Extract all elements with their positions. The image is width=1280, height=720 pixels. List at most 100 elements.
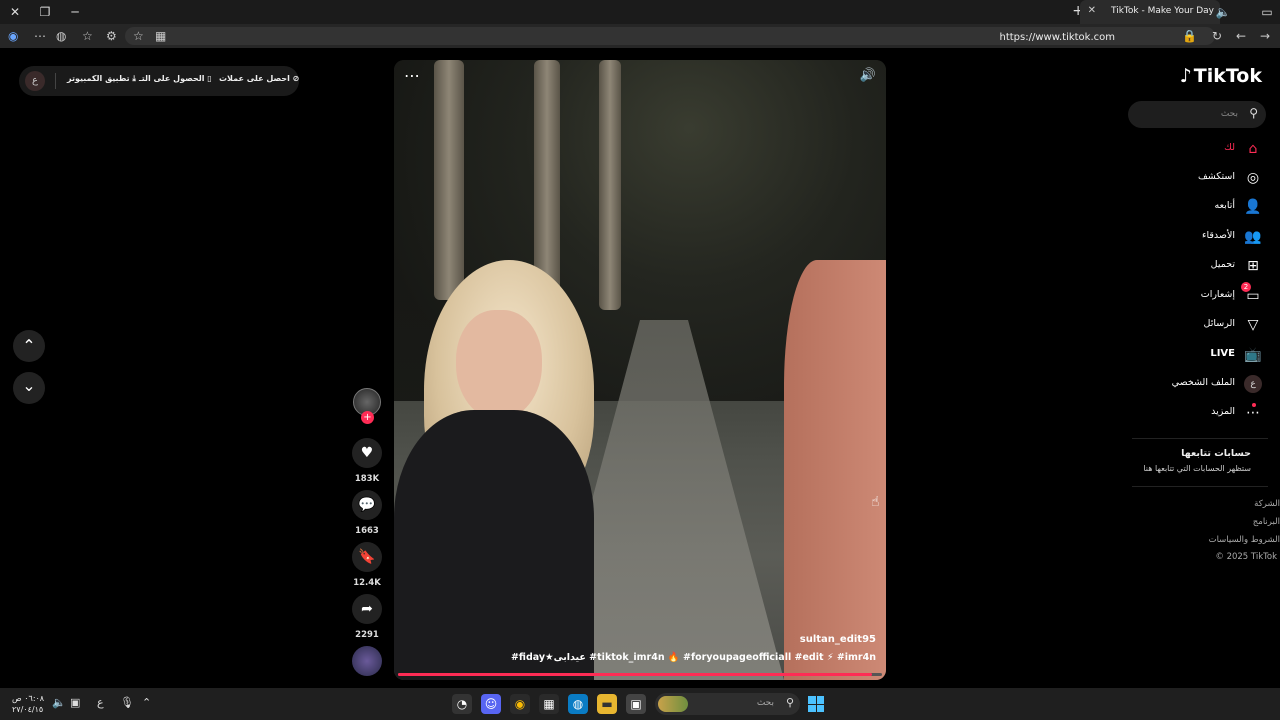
favorites-icon[interactable]: ☆ [82,29,93,43]
video-tree-trunk [434,60,464,300]
logo-text: TikTok [1193,65,1262,87]
sidebar-item-profile[interactable]: ع الملف الشخصي [1142,373,1262,395]
chrome-icon[interactable]: ◉ [510,694,530,714]
sidebar-item-upload[interactable]: ⊞ تحميل [1142,255,1262,277]
share-button[interactable]: ➦ [352,594,382,624]
discord-icon[interactable]: ☺ [481,694,501,714]
store-icon[interactable]: ▦ [539,694,559,714]
show-hidden-icons[interactable]: ⌃ [142,696,151,709]
tiktok-logo[interactable]: ♪ TikTok [1180,65,1262,87]
next-video-button[interactable]: ⌄ [13,372,45,404]
tab-title: TikTok - Make Your Day [1110,6,1214,16]
previous-video-button[interactable]: ⌃ [13,330,45,362]
taskbar-search[interactable]: بحث ⚲ [655,693,800,715]
pc-app-label: تطبيق الكمبيوتر [67,74,130,83]
share-icon: ➦ [361,601,373,617]
chevron-down-icon: ⌄ [22,376,36,395]
sidebar-item-for-you[interactable]: ⌂ لك [1142,138,1262,160]
profile-avatar: ع [1244,375,1262,393]
sidebar-item-messages[interactable]: ▽ الرسائل [1142,314,1262,336]
share-count: 2291 [355,630,379,640]
volume-icon[interactable]: 🔊 [860,68,876,83]
sidebar-item-more[interactable]: ⋯ المزيد [1142,402,1262,424]
sidebar-item-following[interactable]: 👤 أتابعه [1142,196,1262,218]
user-avatar[interactable]: ع [25,71,45,91]
search-input[interactable]: بحث ⚲ [1128,101,1266,128]
get-coins-label: احصل على عملات [219,74,290,83]
restore-window-icon[interactable]: ❐ [36,3,54,21]
download-icon: ⤓ [132,74,136,83]
close-window-icon[interactable]: ✕ [6,3,24,21]
sidebar-item-friends[interactable]: 👥 الأصدقاء [1142,226,1262,248]
sidebar-item-explore[interactable]: ◎ استكشف [1142,167,1262,189]
taskbar-search-placeholder: بحث [756,698,774,708]
sidebar-item-notifications[interactable]: ▭ 2 إشعارات [1142,282,1262,307]
bookmark-icon: 🔖 [358,549,376,565]
split-screen-icon[interactable]: ▦ [155,29,166,43]
comment-count: 1663 [355,526,379,536]
tab-audio-icon[interactable]: 🔈 [1214,3,1232,21]
comment-icon: 💬 [358,497,376,513]
address-bar-row: ◉ ⋯ ◍ ☆ ⚙ ☆ ▦ https://www.tiktok.com 🔒 ↻… [0,24,1280,48]
file-explorer-icon[interactable]: ▬ [597,694,617,714]
add-favorite-icon[interactable]: ☆ [133,29,144,43]
video-person-face [456,310,542,420]
video-person-right [784,260,886,680]
save-button[interactable]: 🔖 [352,542,382,572]
video-more-icon[interactable]: ⋯ [404,66,420,85]
microphone-icon[interactable]: 🎙 [120,696,134,709]
input-language[interactable]: ع [97,696,104,709]
video-username[interactable]: sultan_edit95 [800,634,876,645]
sidebar-item-label: الملف الشخصي [1171,377,1235,388]
music-disc-icon[interactable] [352,646,382,676]
taskbar-app-1[interactable]: ◔ [452,694,472,714]
search-icon[interactable]: ⚲ [1249,106,1258,120]
video-progress-bar[interactable] [398,673,882,676]
speaker-icon[interactable]: 🔈 [52,696,66,709]
sidebar-item-label: الأصدقاء [1201,230,1235,241]
taskbar-clock[interactable]: ٠٦:٠٨ ص ٢٧/٠٤/١٥ [12,693,44,715]
profile-icon[interactable]: ◍ [56,29,66,43]
pc-app-button[interactable]: تطبيق الكمبيوتر ⤓ [67,74,136,84]
follow-plus-icon[interactable]: + [361,411,374,424]
sidebar-item-label: تحميل [1210,259,1235,270]
get-coins-button[interactable]: احصل على عملات ⊘ [219,74,299,83]
sidebar-toggle-icon[interactable]: ▭ [1258,3,1276,21]
footer-program-link[interactable]: البرنامج [1253,517,1280,527]
forward-icon[interactable]: → [1260,29,1270,43]
back-icon[interactable]: ← [1236,29,1246,43]
url-field[interactable]: ☆ ▦ https://www.tiktok.com 🔒 [125,27,1215,45]
tiktok-note-icon: ♪ [1179,65,1192,87]
windows-start-icon[interactable] [808,696,824,712]
extensions-icon[interactable]: ⚙ [106,29,117,43]
windows-taskbar: ٠٦:٠٨ ص ٢٧/٠٤/١٥ 🔈 ▣ ع 🎙 ⌃ ◔ ☺ ◉ ▦ ◍ ▬ ▣… [0,688,1280,720]
video-hashtags[interactable]: #fiday★عيدابى #tiktok_imr4n 🔥 #foryoupag… [511,652,876,663]
sidebar-item-label: أتابعه [1214,200,1236,211]
more-options-icon[interactable]: ⋯ [34,29,46,43]
video-player[interactable]: ⋯ 🔊 sultan_edit95 #fiday★عيدابى #tiktok_… [394,60,886,680]
friends-icon: 👥 [1244,229,1262,245]
clock-date: ٢٧/٠٤/١٥ [12,705,44,714]
edge-icon[interactable]: ◍ [568,694,588,714]
copilot-icon[interactable]: ◉ [8,29,18,43]
lock-icon[interactable]: 🔒 [1182,29,1197,43]
more-dot-icon [1252,403,1256,407]
get-app-button[interactable]: الحصول على التـ ▯ [139,74,212,83]
task-view-icon[interactable]: ▣ [626,694,646,714]
browser-tab[interactable]: ✕ TikTok - Make Your Day [1080,0,1220,24]
upload-icon: ⊞ [1247,258,1259,274]
refresh-icon[interactable]: ↻ [1212,29,1222,43]
top-actions-pill: ع تطبيق الكمبيوتر ⤓ الحصول على التـ ▯ اح… [19,66,299,96]
like-button[interactable]: ♥ [352,438,382,468]
footer-company-link[interactable]: الشركة [1254,499,1280,509]
browser-title-bar: ✕ ❐ ─ + ✕ TikTok - Make Your Day 🔈 ▭ [0,0,1280,24]
minimize-window-icon[interactable]: ─ [66,3,84,21]
get-app-label: الحصول على التـ [139,74,205,83]
sidebar-item-live[interactable]: 📺 LIVE [1142,344,1262,366]
close-tab-icon[interactable]: ✕ [1088,5,1096,16]
footer-terms-link[interactable]: الشروط والسياسات [1209,535,1280,545]
comment-button[interactable]: 💬 [352,490,382,520]
network-icon[interactable]: ▣ [70,696,80,709]
sidebar-divider [1132,486,1268,487]
notification-badge: 2 [1241,282,1251,292]
